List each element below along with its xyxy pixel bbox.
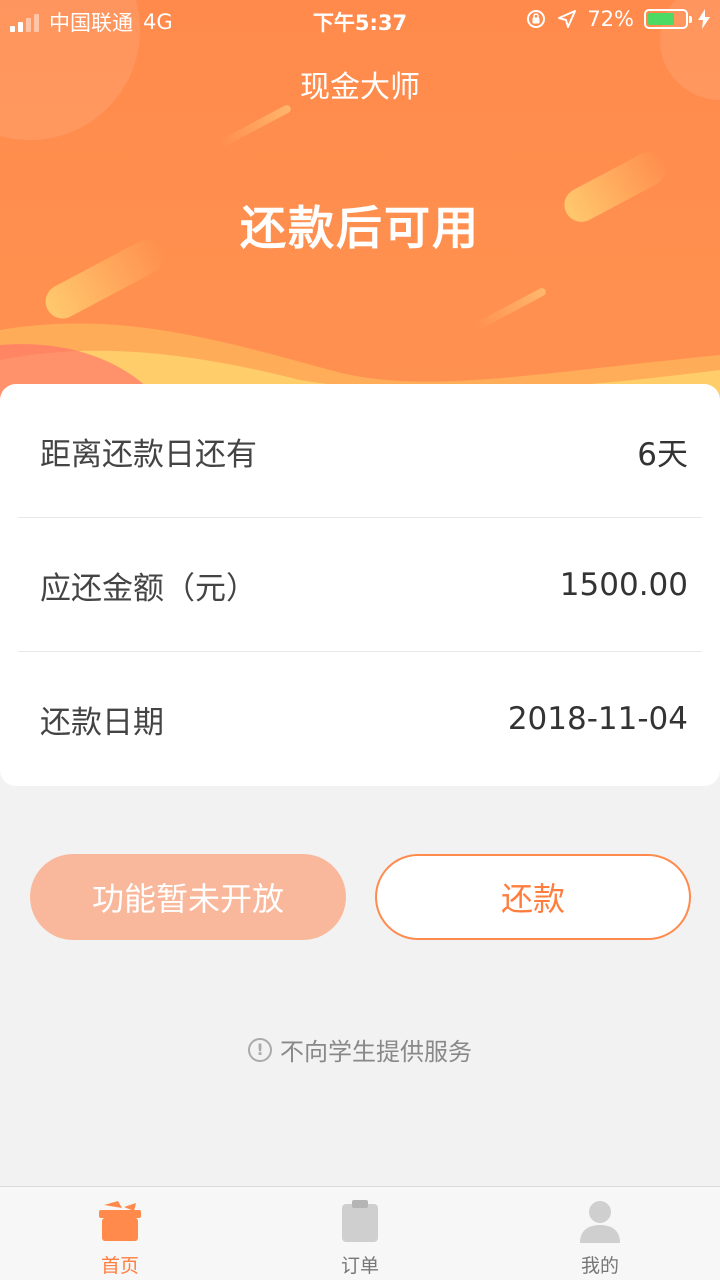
row-label: 还款日期 bbox=[40, 704, 164, 741]
tab-profile[interactable]: 我的 bbox=[480, 1187, 720, 1280]
charging-bolt-icon bbox=[698, 9, 710, 29]
hero-headline: 还款后可用 bbox=[240, 201, 480, 255]
status-bar: 中国联通 4G 下午5:37 72% bbox=[0, 0, 720, 40]
notice-text: 不向学生提供服务 bbox=[280, 1038, 472, 1066]
orientation-lock-icon bbox=[527, 10, 546, 28]
tab-home[interactable]: 首页 bbox=[0, 1187, 240, 1280]
row-label: 应还金额（元） bbox=[40, 570, 257, 607]
location-arrow-icon bbox=[558, 10, 577, 28]
loan-info-card: 距离还款日还有 6天 应还金额（元） 1500.00 还款日期 2018-11-… bbox=[0, 384, 720, 786]
amount-due-row: 应还金额（元） 1500.00 bbox=[18, 518, 702, 652]
battery-fill bbox=[648, 13, 674, 25]
hero-banner: 中国联通 4G 下午5:37 72% 现金大师 还款后可用 bbox=[0, 0, 720, 400]
row-value: 6天 bbox=[637, 436, 688, 473]
battery-icon bbox=[644, 9, 692, 29]
info-circle-icon: ! bbox=[248, 1037, 272, 1062]
row-value: 1500.00 bbox=[559, 567, 688, 603]
app-title: 现金大师 bbox=[300, 70, 420, 105]
due-date-row: 还款日期 2018-11-04 bbox=[18, 652, 702, 786]
decorative-streak bbox=[217, 103, 293, 149]
clipboard-icon bbox=[342, 1200, 378, 1242]
tab-label: 首页 bbox=[100, 1255, 139, 1277]
bottom-tab-bar: 首页 订单 我的 bbox=[0, 1186, 720, 1280]
user-icon bbox=[580, 1201, 620, 1243]
row-value: 2018-11-04 bbox=[507, 701, 688, 737]
battery-percent: 72% bbox=[587, 7, 634, 31]
days-until-due-row: 距离还款日还有 6天 bbox=[18, 384, 702, 518]
tab-orders[interactable]: 订单 bbox=[240, 1187, 480, 1280]
student-notice: ! 不向学生提供服务 bbox=[0, 1032, 720, 1067]
feature-unavailable-button[interactable]: 功能暂未开放 bbox=[30, 854, 346, 940]
home-gift-icon bbox=[99, 1201, 141, 1241]
repay-button[interactable]: 还款 bbox=[375, 854, 691, 940]
tab-label: 我的 bbox=[580, 1255, 619, 1277]
row-label: 距离还款日还有 bbox=[40, 436, 257, 473]
tab-label: 订单 bbox=[340, 1255, 379, 1277]
